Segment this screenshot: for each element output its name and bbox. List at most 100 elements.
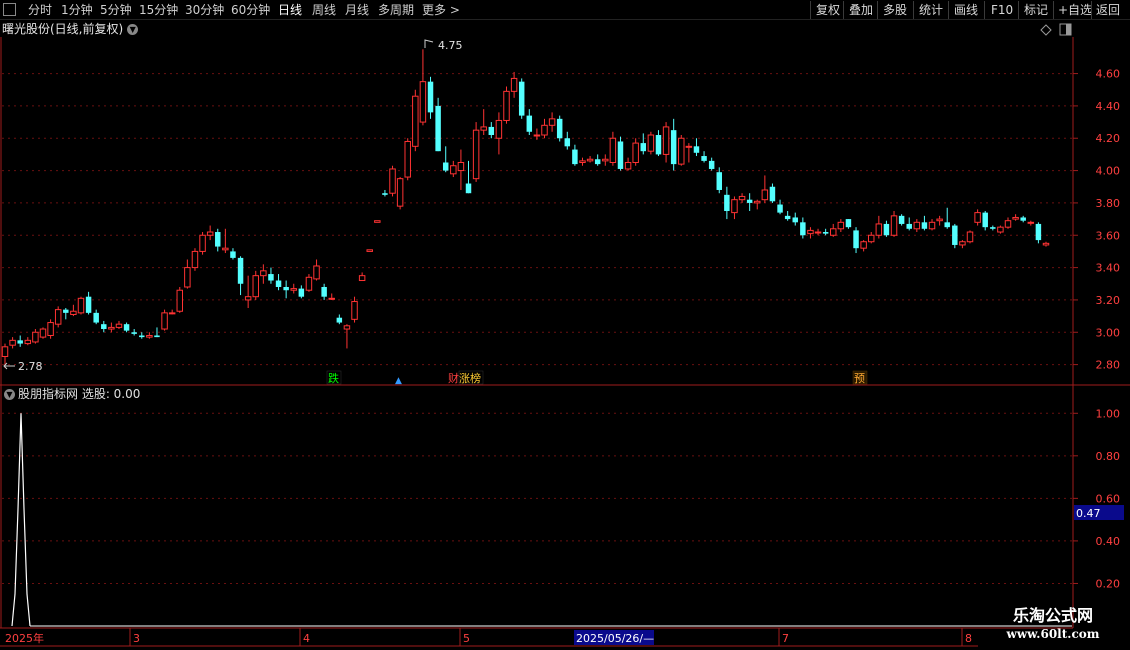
event-marker-die: 跌 [328,371,339,385]
indicator-tick-label: 0.20 [1096,577,1121,590]
candle-body-down [123,324,130,331]
candle-body-down [883,223,890,236]
candle-body-up [161,312,168,330]
candle-body-up [541,124,548,136]
candle-body-up [495,119,503,139]
candle-body-down [617,141,624,169]
candle-body-down [488,126,495,136]
candle-body-down [85,296,92,313]
candle-body-down [845,219,852,228]
candle-body-up [199,234,206,252]
indicator-current-value: 0.47 [1076,507,1101,520]
candle-body-up [39,328,47,338]
candle-body-down [275,280,282,287]
candle-body-up [1027,221,1035,224]
candle-body-up [24,339,32,345]
candle-body-up [244,296,252,301]
candle-body-up [419,81,427,123]
candle-body-down [784,215,791,220]
candle-body-up [875,223,883,236]
date-label-8: 8 [965,632,972,645]
candle-body-up [450,165,457,175]
indicator-menu-icon[interactable]: ▼ [4,389,15,400]
candle-body-up [647,134,655,152]
candle-body-up [108,326,115,330]
candle-body-up [32,331,39,343]
indicator-name: 股朋指标网 选股: 0.00 [18,387,141,401]
price-tick-label: 4.00 [1096,165,1121,178]
candle-body-down [268,274,274,281]
candle-body-up [412,95,419,147]
candle-body-up [366,249,373,252]
candle-body-down [982,212,988,228]
candle-body-up [184,267,191,288]
candle-body-up [1012,216,1019,220]
candle-body-up [222,247,229,251]
candle-body-down [17,340,23,344]
candle-body-down [990,227,996,229]
candle-body-down [556,118,563,139]
candle-body-up [77,297,85,314]
candle-body-down [427,81,434,113]
candle-body-down [594,159,601,165]
candle-body-down [283,286,289,291]
candle-body-down [716,172,722,190]
candle-body-down [1020,217,1026,221]
watermark-url: www.60lt.com [1006,627,1100,641]
chevron-down-icon[interactable]: ▼ [127,24,139,35]
candle-body-up [396,178,404,207]
candle-body-up [890,215,898,236]
date-label-7: 7 [782,632,789,645]
candle-body-up [731,199,738,214]
candle-body-up [685,145,693,148]
candle-body-up [1004,220,1012,228]
candle-body-up [533,134,541,137]
candle-body-down [853,230,859,249]
candle-body-down [63,309,69,313]
candle-body-up [260,270,267,277]
indicator-tick-label: 0.80 [1096,450,1121,463]
candle-body-down [336,317,343,323]
candle-body-down [564,138,571,147]
candle-body-up [579,160,586,163]
candle-body-up [47,322,54,336]
candle-body-up [146,334,153,338]
panel-toggle-fill-icon [1066,24,1071,35]
candle-body-up [738,195,746,201]
candle-body-down [572,149,578,165]
selected-date-label: 2025/05/26/— [576,632,654,645]
candle-body-up [548,118,556,126]
high-price-label: 4.75 [438,39,463,52]
candle-body-up [328,297,335,300]
candle-body-up [807,229,814,235]
price-tick-label: 3.00 [1096,326,1121,339]
price-tick-label: 3.80 [1096,197,1121,210]
candle-body-up [586,158,594,162]
candle-body-down [952,225,958,245]
candle-body-up [313,265,320,280]
candle-body-down [701,156,707,161]
candle-body-up [867,234,875,243]
candle-body-down [382,193,388,195]
candle-body-down [769,186,776,202]
candle-body-down [655,135,662,155]
candle-body-up [343,325,351,330]
chart-canvas[interactable]: 2.80 3.00 3.20 3.40 3.60 3.80 4.00 4.20 4.40 4.60… [0,0,1130,650]
candle-body-up [510,77,518,92]
price-tick-label: 4.60 [1096,68,1121,81]
candle-body-up [678,137,685,165]
candle-body-down [898,215,905,224]
candle-body-up [936,218,943,222]
candle-body-up [837,221,845,230]
price-tick-label: 2.80 [1096,359,1121,372]
candle-body-up [928,221,936,230]
candle-body-up [754,200,761,204]
candle-body-down [442,162,449,171]
watermark-title: 乐淘公式网 [1012,606,1093,625]
candle-body-up [761,189,769,201]
candle-body-down [237,257,244,284]
candle-body-down [708,160,715,169]
candle-body-up [662,126,670,155]
candle-body-up [624,161,632,170]
candle-body-up [860,241,867,249]
